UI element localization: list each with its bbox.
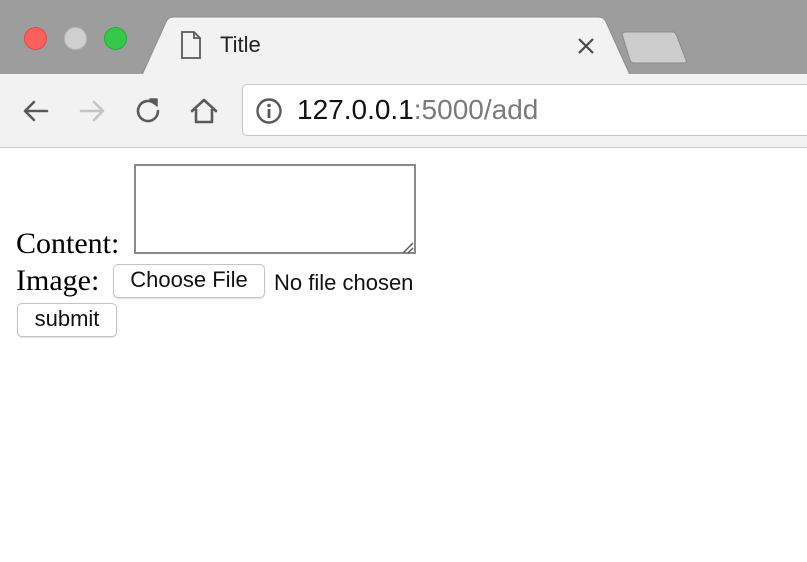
reload-icon: [136, 98, 160, 123]
back-arrow-icon: [23, 100, 49, 122]
reload-button[interactable]: [132, 95, 164, 127]
submit-button[interactable]: submit: [17, 303, 117, 337]
page-icon: [181, 31, 201, 59]
active-tab[interactable]: [0, 0, 650, 75]
content-textarea[interactable]: [134, 164, 416, 254]
file-status-text: No file chosen: [274, 270, 414, 295]
browser-window: Title 127.0.0.1:5000/add Content: Image:…: [0, 0, 807, 562]
content-label: Content:: [16, 227, 120, 260]
tab-strip: Title: [0, 0, 807, 75]
forward-arrow-icon: [79, 100, 105, 122]
browser-toolbar: 127.0.0.1:5000/add: [0, 74, 807, 148]
url-text[interactable]: 127.0.0.1:5000/add: [297, 93, 538, 127]
close-icon[interactable]: [572, 32, 600, 60]
back-button[interactable]: [20, 95, 52, 127]
forward-button[interactable]: [76, 95, 108, 127]
address-bar[interactable]: 127.0.0.1:5000/add: [242, 84, 807, 136]
tab-title: Title: [220, 32, 261, 57]
home-button[interactable]: [188, 95, 220, 127]
info-icon[interactable]: [255, 97, 283, 125]
image-label: Image:: [16, 264, 100, 297]
home-icon: [190, 98, 218, 124]
resize-handle-icon[interactable]: [400, 240, 414, 254]
choose-file-button[interactable]: Choose File: [113, 264, 265, 298]
page-content: Content: Image: Choose File No file chos…: [0, 148, 807, 562]
url-host: 127.0.0.1: [297, 94, 414, 125]
new-tab-icon[interactable]: [616, 30, 691, 70]
url-path: :5000/add: [413, 94, 539, 125]
